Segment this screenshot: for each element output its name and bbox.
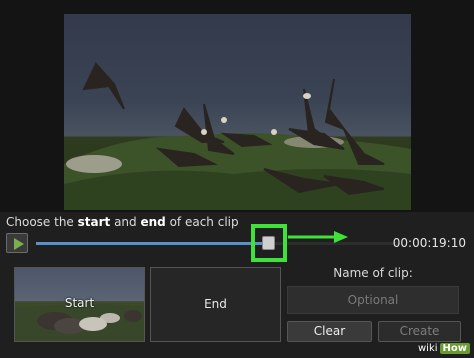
clip-name-label: Name of clip: xyxy=(333,266,413,280)
video-scene xyxy=(64,62,411,210)
timestamp: 00:00:19:10 xyxy=(392,236,466,250)
seek-bar-progress xyxy=(36,242,269,245)
instruction-prefix: Choose the xyxy=(6,215,78,229)
end-clip-box[interactable]: End xyxy=(150,267,281,342)
end-clip-label: End xyxy=(204,297,227,311)
instruction-end-word: end xyxy=(140,215,166,229)
watermark-how: How xyxy=(439,343,470,354)
play-button[interactable] xyxy=(6,233,28,253)
highlight-box xyxy=(250,224,287,262)
clear-button[interactable]: Clear xyxy=(287,321,372,342)
video-frame xyxy=(0,0,474,212)
instruction-suffix: of each clip xyxy=(165,215,239,229)
instruction-start-word: start xyxy=(77,215,111,229)
video-preview[interactable] xyxy=(64,14,411,210)
clip-name-input[interactable] xyxy=(287,286,459,314)
create-button[interactable]: Create xyxy=(378,321,461,342)
start-clip-label: Start xyxy=(64,296,95,310)
play-icon xyxy=(14,238,24,250)
arrow-right-icon xyxy=(288,231,348,243)
wikihow-watermark: wiki How xyxy=(416,342,470,356)
instruction-text: Choose the start and end of each clip xyxy=(6,215,239,229)
start-clip-box[interactable]: Start xyxy=(14,267,145,342)
instruction-middle: and xyxy=(110,215,141,229)
watermark-wiki: wiki xyxy=(417,343,438,354)
